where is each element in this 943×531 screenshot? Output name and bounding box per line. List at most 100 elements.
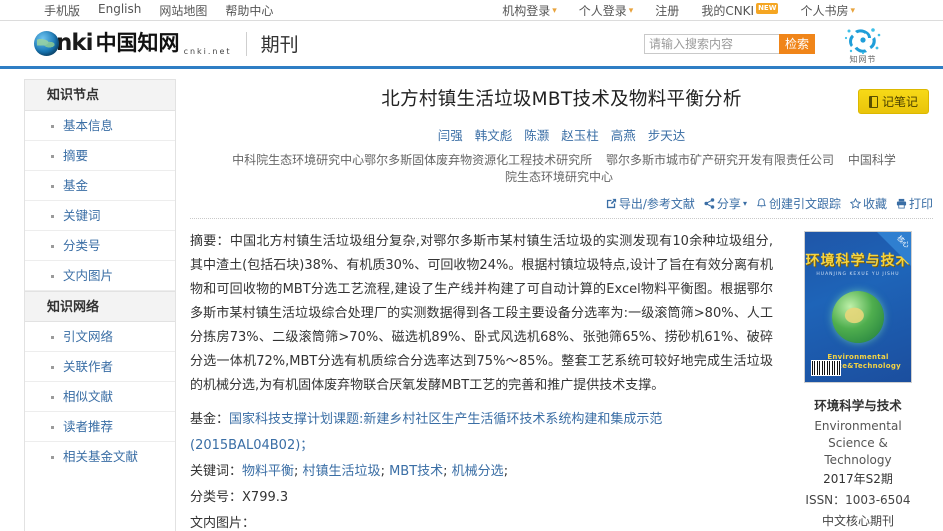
- abstract-text: 中国北方村镇生活垃圾组分复杂,对鄂尔多斯市某村镇生活垃圾的实测发现有10余种垃圾…: [190, 234, 773, 393]
- author-link[interactable]: 陈灏: [524, 128, 549, 143]
- chevron-down-icon: ▾: [552, 6, 557, 16]
- share-tool[interactable]: 分享 ▾: [704, 195, 747, 212]
- kw-sep: ;: [443, 464, 452, 479]
- journal-issue[interactable]: 2017年S2期: [783, 469, 933, 490]
- burst-icon: [841, 25, 885, 55]
- author-link[interactable]: 步天达: [648, 128, 686, 143]
- search-button[interactable]: 检索: [779, 34, 815, 54]
- notebook-icon: [869, 96, 878, 108]
- page-body: 知识节点 基本信息 摘要 基金 关键词 分类号 文内图片 知识网络 引文网络 关…: [0, 69, 943, 531]
- sidebar-item-keywords[interactable]: 关键词: [25, 201, 175, 231]
- author-list: 闫强 韩文彪 陈灏 赵玉柱 高燕 步天达: [190, 127, 933, 145]
- article-text-column: 摘要：中国北方村镇生活垃圾组分复杂,对鄂尔多斯市某村镇生活垃圾的实测发现有10余…: [190, 230, 783, 531]
- kw-sep: ;: [504, 464, 508, 479]
- author-link[interactable]: 韩文彪: [475, 128, 513, 143]
- search-input[interactable]: [644, 34, 779, 54]
- personal-login-link[interactable]: 个人登录▾: [579, 2, 634, 19]
- journal-info-column: 核心 环境科学与技术 HUANJING KEXUE YU JISHU Envir…: [783, 230, 933, 531]
- journal-cover-image[interactable]: 核心 环境科学与技术 HUANJING KEXUE YU JISHU Envir…: [804, 231, 912, 383]
- sidebar-item-reader-recommend[interactable]: 读者推荐: [25, 412, 175, 442]
- title-row: 北方村镇生活垃圾MBT技术及物料平衡分析 记笔记: [190, 87, 933, 113]
- sitemap-link[interactable]: 网站地图: [159, 2, 207, 19]
- cover-globe-graphic: [832, 291, 884, 343]
- zhiwang-node-logo[interactable]: 知网节: [841, 25, 885, 67]
- sidebar-section-knowledge-nodes: 知识节点: [25, 80, 175, 111]
- star-icon: [850, 198, 861, 209]
- author-link[interactable]: 高燕: [611, 128, 636, 143]
- personal-login-label: 个人登录: [579, 4, 627, 18]
- affiliation-link[interactable]: 中科院生态环境研究中心鄂尔多斯固体废弃物资源化工程技术研究所: [232, 153, 592, 167]
- section-label: 期刊: [261, 30, 299, 57]
- keyword-link[interactable]: 物料平衡: [242, 464, 294, 479]
- take-note-button[interactable]: 记笔记: [858, 89, 929, 114]
- keywords-label: 关键词：: [190, 464, 242, 479]
- sidebar-item-classification[interactable]: 分类号: [25, 231, 175, 261]
- share-icon: [704, 198, 715, 209]
- register-link[interactable]: 注册: [655, 2, 679, 19]
- print-label: 打印: [909, 195, 933, 212]
- figures-label: 文内图片：: [190, 511, 773, 531]
- chevron-down-icon: ▾: [629, 6, 634, 16]
- help-center-link[interactable]: 帮助中心: [225, 2, 273, 19]
- cnki-logo[interactable]: nki 中国知网 cnki.net 期刊: [34, 30, 299, 57]
- chevron-down-icon: ▾: [850, 6, 855, 16]
- mobile-version-link[interactable]: 手机版: [44, 2, 80, 19]
- cnki-logo-text: nki: [56, 32, 93, 55]
- top-utility-bar: 手机版 English 网站地图 帮助中心 机构登录▾ 个人登录▾ 注册 我的C…: [0, 0, 943, 21]
- sidebar-item-basic-info[interactable]: 基本信息: [25, 111, 175, 141]
- personal-study-label: 个人书房: [800, 4, 848, 18]
- keyword-link[interactable]: 机械分选: [452, 464, 504, 479]
- favorite-tool[interactable]: 收藏: [850, 195, 887, 212]
- english-link[interactable]: English: [98, 2, 141, 19]
- keywords-line: 关键词：物料平衡; 村镇生活垃圾; MBT技术; 机械分选;: [190, 459, 773, 485]
- page-title: 北方村镇生活垃圾MBT技术及物料平衡分析: [190, 87, 933, 113]
- sidebar-section-knowledge-network: 知识网络: [25, 291, 175, 322]
- journal-name[interactable]: 环境科学与技术: [783, 395, 933, 414]
- classification-value: X799.3: [242, 490, 288, 505]
- bell-icon: [756, 198, 767, 209]
- institution-login-link[interactable]: 机构登录▾: [502, 2, 557, 19]
- cnki-logo-domain: cnki.net: [184, 47, 232, 56]
- affiliation-link[interactable]: 鄂尔多斯市城市矿产研究开发有限责任公司: [606, 153, 834, 167]
- sidebar-item-related-authors[interactable]: 关联作者: [25, 352, 175, 382]
- topbar-left-links: 手机版 English 网站地图 帮助中心: [44, 2, 273, 19]
- classification-label: 分类号：: [190, 490, 242, 505]
- personal-study-link[interactable]: 个人书房▾: [800, 2, 855, 19]
- export-references-tool[interactable]: 导出/参考文献: [606, 195, 695, 212]
- sidebar-item-citation-network[interactable]: 引文网络: [25, 322, 175, 352]
- sidebar-item-fund[interactable]: 基金: [25, 171, 175, 201]
- my-cnki-link[interactable]: 我的CNKINEW: [701, 2, 778, 19]
- classification-line: 分类号：X799.3: [190, 485, 773, 511]
- journal-core-badge: 中文核心期刊: [783, 511, 933, 531]
- export-references-label: 导出/参考文献: [619, 195, 695, 212]
- abstract-block: 摘要：中国北方村镇生活垃圾组分复杂,对鄂尔多斯市某村镇生活垃圾的实测发现有10余…: [190, 230, 773, 398]
- affiliation-list: 中科院生态环境研究中心鄂尔多斯固体废弃物资源化工程技术研究所 鄂尔多斯市城市矿产…: [190, 152, 933, 186]
- zhiwang-node-label: 知网节: [841, 55, 885, 65]
- abstract-label: 摘要：: [190, 234, 230, 249]
- logo-divider: [246, 32, 247, 56]
- new-badge: NEW: [756, 3, 778, 14]
- sidebar-item-abstract[interactable]: 摘要: [25, 141, 175, 171]
- sidebar-item-figures[interactable]: 文内图片: [25, 261, 175, 291]
- fund-label: 基金：: [190, 412, 229, 427]
- journal-english-name: Environmental Science & Technology: [783, 418, 933, 469]
- author-link[interactable]: 赵玉柱: [561, 128, 599, 143]
- print-tool[interactable]: 打印: [896, 195, 933, 212]
- search-box: 检索: [644, 34, 815, 54]
- sidebar-item-related-fund-docs[interactable]: 相关基金文献: [25, 442, 175, 472]
- globe-icon: [34, 31, 59, 56]
- create-citation-alert-tool[interactable]: 创建引文跟踪: [756, 195, 841, 212]
- printer-icon: [896, 198, 907, 209]
- my-cnki-label: 我的CNKI: [701, 4, 754, 18]
- favorite-label: 收藏: [863, 195, 887, 212]
- kw-sep: ;: [381, 464, 390, 479]
- keyword-link[interactable]: 村镇生活垃圾: [303, 464, 381, 479]
- article-body: 摘要：中国北方村镇生活垃圾组分复杂,对鄂尔多斯市某村镇生活垃圾的实测发现有10余…: [190, 230, 933, 531]
- keyword-link[interactable]: MBT技术: [389, 464, 443, 479]
- fund-value[interactable]: 国家科技支撑计划课题:新建乡村社区生产生活循环技术系统构建和集成示范(2015B…: [190, 412, 662, 453]
- article-toolbar: 导出/参考文献 分享 ▾ 创建引文跟踪: [190, 195, 933, 219]
- sidebar-item-similar-docs[interactable]: 相似文献: [25, 382, 175, 412]
- author-link[interactable]: 闫强: [438, 128, 463, 143]
- topbar-right-links: 机构登录▾ 个人登录▾ 注册 我的CNKINEW 个人书房▾: [502, 2, 855, 19]
- cnki-logo-chinese: 中国知网: [96, 33, 180, 54]
